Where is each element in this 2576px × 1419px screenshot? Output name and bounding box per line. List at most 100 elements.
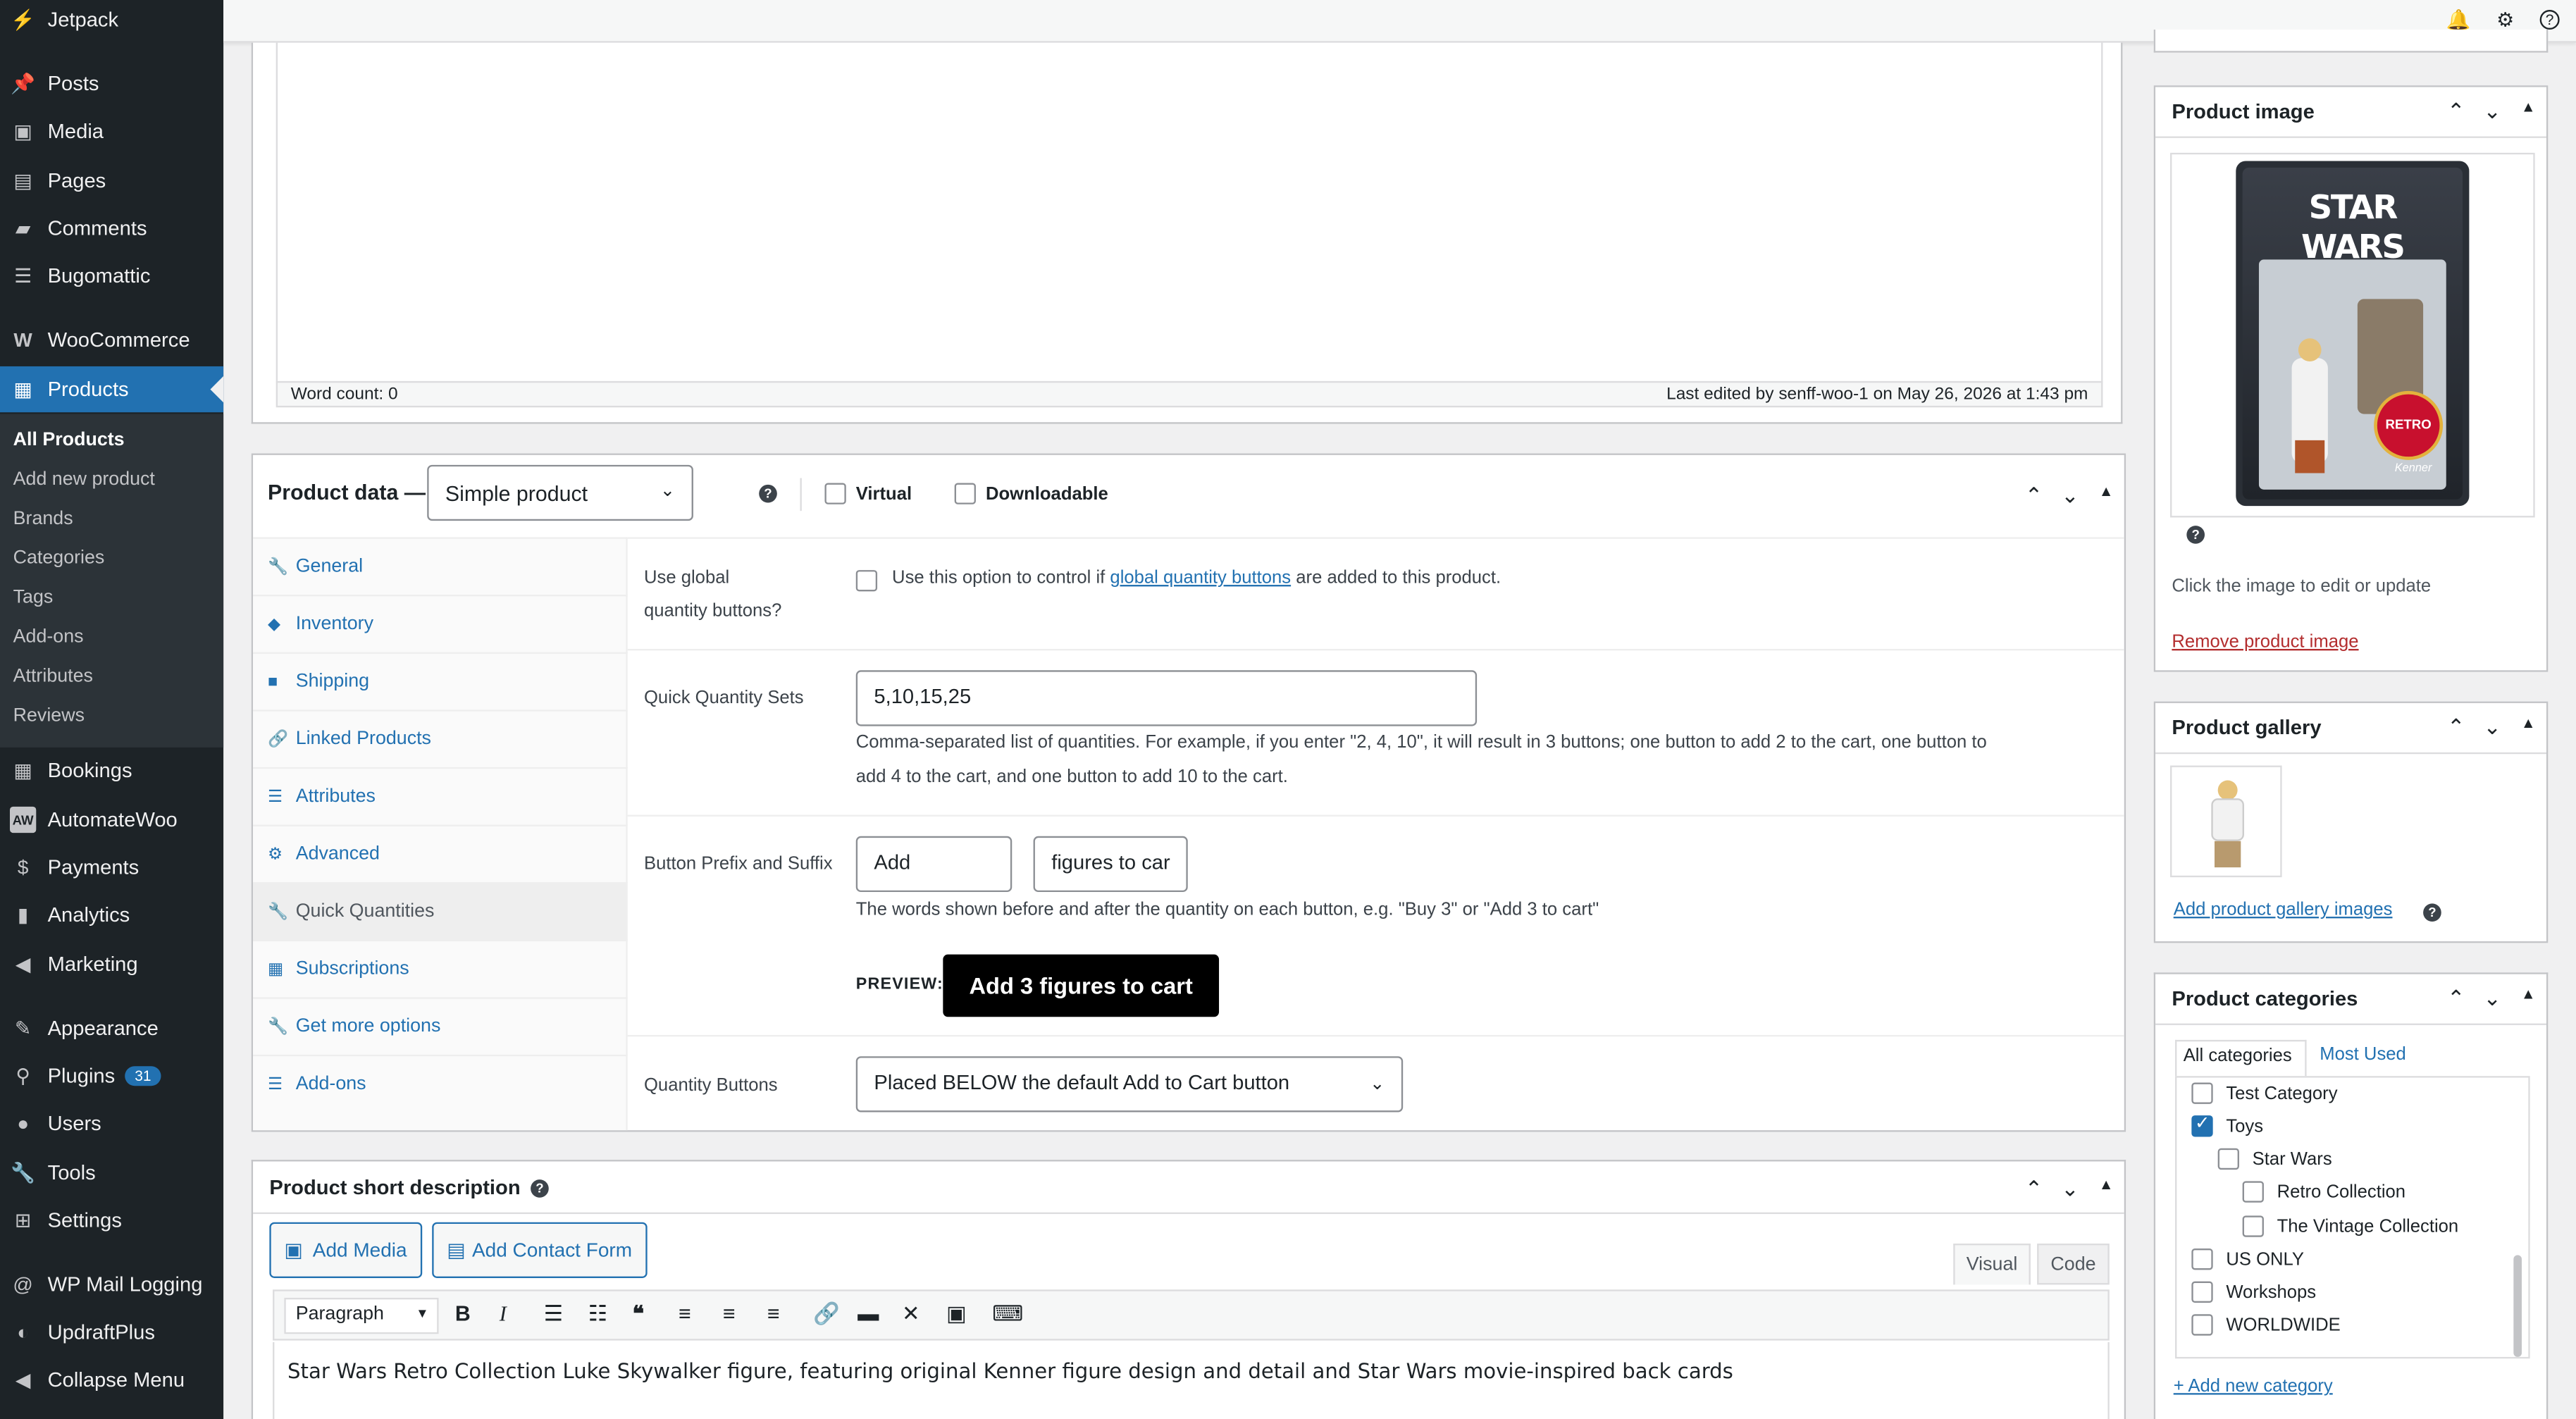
submenu-attributes[interactable]: Attributes — [13, 667, 93, 687]
category-item[interactable]: Retro Collection — [2242, 1181, 2405, 1203]
category-checkbox[interactable] — [2242, 1215, 2264, 1237]
chevron-up-icon[interactable]: ⌃ — [2438, 99, 2474, 125]
suffix-input[interactable]: figures to car — [1033, 836, 1188, 893]
tab-code[interactable]: Code — [2037, 1244, 2110, 1285]
menu-tools[interactable]: 🔧 Tools — [0, 1150, 223, 1196]
chevron-down-icon[interactable]: ⌄ — [2474, 99, 2510, 125]
help-icon[interactable]: ? — [2423, 903, 2441, 922]
global-quantity-link[interactable]: global quantity buttons — [1110, 569, 1291, 588]
category-checkbox[interactable] — [2242, 1181, 2264, 1203]
align-right-icon[interactable]: ≡ — [767, 1301, 780, 1326]
category-item[interactable]: Test Category — [2191, 1082, 2338, 1104]
bullet-list-icon[interactable]: ☰ — [544, 1301, 563, 1327]
chevron-down-icon[interactable]: ⌄ — [2474, 986, 2510, 1012]
category-item[interactable]: Toys — [2191, 1112, 2263, 1137]
align-center-icon[interactable]: ≡ — [723, 1301, 736, 1326]
tab-add-ons[interactable]: ☰ Add-ons — [253, 1056, 628, 1114]
gallery-thumbnail[interactable] — [2170, 765, 2282, 878]
chevron-up-icon[interactable]: ⌃ — [2016, 483, 2052, 509]
keyboard-icon[interactable]: ⌨ — [992, 1301, 1023, 1327]
menu-payments[interactable]: $ Payments — [0, 844, 223, 890]
menu-collapse[interactable]: ◀ Collapse Menu — [0, 1357, 223, 1403]
add-contact-form-button[interactable]: ▤ Add Contact Form — [432, 1222, 647, 1278]
tab-get-more-options[interactable]: 🔧 Get more options — [253, 999, 628, 1057]
menu-woocommerce[interactable]: W WooCommerce — [0, 317, 223, 363]
short-description-content[interactable]: Star Wars Retro Collection Luke Skywalke… — [273, 1341, 2110, 1419]
menu-bugomattic[interactable]: ☰ Bugomattic — [0, 253, 223, 299]
editor-textarea[interactable] — [275, 42, 2103, 383]
add-media-button[interactable]: ▣ Add Media — [269, 1222, 422, 1278]
tab-quick-quantities[interactable]: 🔧 Quick Quantities — [253, 884, 628, 942]
format-select[interactable]: Paragraph ▼ — [284, 1297, 439, 1334]
category-checkbox[interactable] — [2217, 1148, 2239, 1170]
scrollbar-thumb[interactable] — [2513, 1255, 2522, 1357]
collapse-arrow-icon[interactable]: ▲ — [2088, 1176, 2124, 1202]
tab-advanced[interactable]: ⚙ Advanced — [253, 826, 628, 884]
submenu-all-products[interactable]: All Products — [13, 430, 125, 450]
category-checkbox[interactable] — [2191, 1248, 2213, 1270]
menu-users[interactable]: ● Users — [0, 1101, 223, 1146]
menu-plugins[interactable]: ⚲ Plugins 31 — [0, 1053, 223, 1099]
category-item[interactable]: The Vintage Collection — [2242, 1215, 2458, 1237]
add-new-category-link[interactable]: + Add new category — [2174, 1377, 2333, 1396]
gear-icon[interactable]: ⚙ — [2494, 8, 2517, 32]
chevron-down-icon[interactable]: ⌄ — [2474, 714, 2510, 741]
category-item[interactable]: Star Wars — [2217, 1148, 2332, 1170]
quantity-buttons-select[interactable]: Placed BELOW the default Add to Cart but… — [855, 1056, 1404, 1113]
global-quantity-checkbox[interactable] — [855, 570, 878, 592]
menu-wp-mail-logging[interactable]: @ WP Mail Logging — [0, 1262, 223, 1308]
submenu-brands[interactable]: Brands — [13, 509, 73, 529]
menu-pages[interactable]: ▤ Pages — [0, 158, 223, 204]
read-more-icon[interactable]: ▬ — [857, 1301, 879, 1326]
preview-add-to-cart-button[interactable]: Add 3 figures to cart — [943, 954, 1220, 1017]
collapse-arrow-icon[interactable]: ▲ — [2088, 483, 2124, 509]
link-icon[interactable]: 🔗 — [813, 1301, 840, 1327]
menu-settings[interactable]: ⊞ Settings — [0, 1198, 223, 1244]
submenu-add-ons[interactable]: Add-ons — [13, 628, 84, 647]
help-icon[interactable]: ? — [531, 1179, 549, 1198]
chevron-down-icon[interactable]: ⌄ — [2052, 1176, 2088, 1202]
bold-icon[interactable]: B — [455, 1301, 471, 1326]
menu-analytics[interactable]: ▮ Analytics — [0, 892, 223, 938]
tab-linked-products[interactable]: 🔗 Linked Products — [253, 712, 628, 769]
menu-automatewoo[interactable]: AW AutomateWoo — [0, 797, 223, 843]
align-left-icon[interactable]: ≡ — [679, 1301, 691, 1326]
tab-shipping[interactable]: ■ Shipping — [253, 654, 628, 712]
downloadable-checkbox[interactable] — [954, 483, 976, 504]
notification-bell-icon[interactable]: 🔔 — [2446, 8, 2471, 32]
chevron-up-icon[interactable]: ⌃ — [2438, 714, 2474, 741]
virtual-checkbox[interactable] — [824, 483, 846, 504]
menu-appearance[interactable]: ✎ Appearance — [0, 1005, 223, 1051]
category-checkbox[interactable] — [2191, 1112, 2213, 1137]
category-checkbox[interactable] — [2191, 1082, 2213, 1104]
menu-marketing[interactable]: ◀ Marketing — [0, 941, 223, 987]
submenu-add-new-product[interactable]: Add new product — [13, 470, 155, 490]
category-item[interactable]: WORLDWIDE — [2191, 1314, 2341, 1336]
tab-inventory[interactable]: ◆ Inventory — [253, 596, 628, 654]
submenu-categories[interactable]: Categories — [13, 549, 105, 569]
add-gallery-images-link[interactable]: Add product gallery images — [2174, 900, 2393, 920]
menu-media[interactable]: ▣ Media — [0, 109, 223, 154]
category-checkbox[interactable] — [2191, 1314, 2213, 1336]
product-image[interactable]: STAR WARS RETRO Kenner — [2170, 152, 2535, 518]
virtual-option[interactable]: Virtual — [824, 483, 912, 504]
collapse-arrow-icon[interactable]: ▲ — [2510, 714, 2546, 741]
toolbar-toggle-icon[interactable]: ▣ — [946, 1301, 967, 1327]
help-icon[interactable]: ? — [2539, 9, 2560, 30]
menu-products[interactable]: ▦ Products — [0, 366, 224, 413]
remove-image-link[interactable]: Remove product image — [2172, 633, 2358, 652]
blockquote-icon[interactable]: ❝ — [633, 1301, 644, 1327]
menu-jetpack[interactable]: ⚡ Jetpack — [0, 0, 223, 43]
collapse-arrow-icon[interactable]: ▲ — [2510, 99, 2546, 125]
tab-attributes[interactable]: ☰ Attributes — [253, 769, 628, 826]
category-item[interactable]: Workshops — [2191, 1281, 2316, 1303]
help-icon[interactable]: ? — [759, 484, 777, 503]
menu-bookings[interactable]: ▦ Bookings — [0, 748, 223, 793]
category-checkbox[interactable] — [2191, 1281, 2213, 1303]
tab-all-categories[interactable]: All categories — [2175, 1039, 2307, 1077]
menu-updraftplus[interactable]: ◐ UpdraftPlus — [0, 1309, 223, 1355]
tab-visual[interactable]: Visual — [1953, 1244, 2031, 1285]
tab-subscriptions[interactable]: ▦ Subscriptions — [253, 941, 628, 999]
chevron-down-icon[interactable]: ⌄ — [2052, 483, 2088, 509]
menu-comments[interactable]: ▰ Comments — [0, 205, 223, 251]
